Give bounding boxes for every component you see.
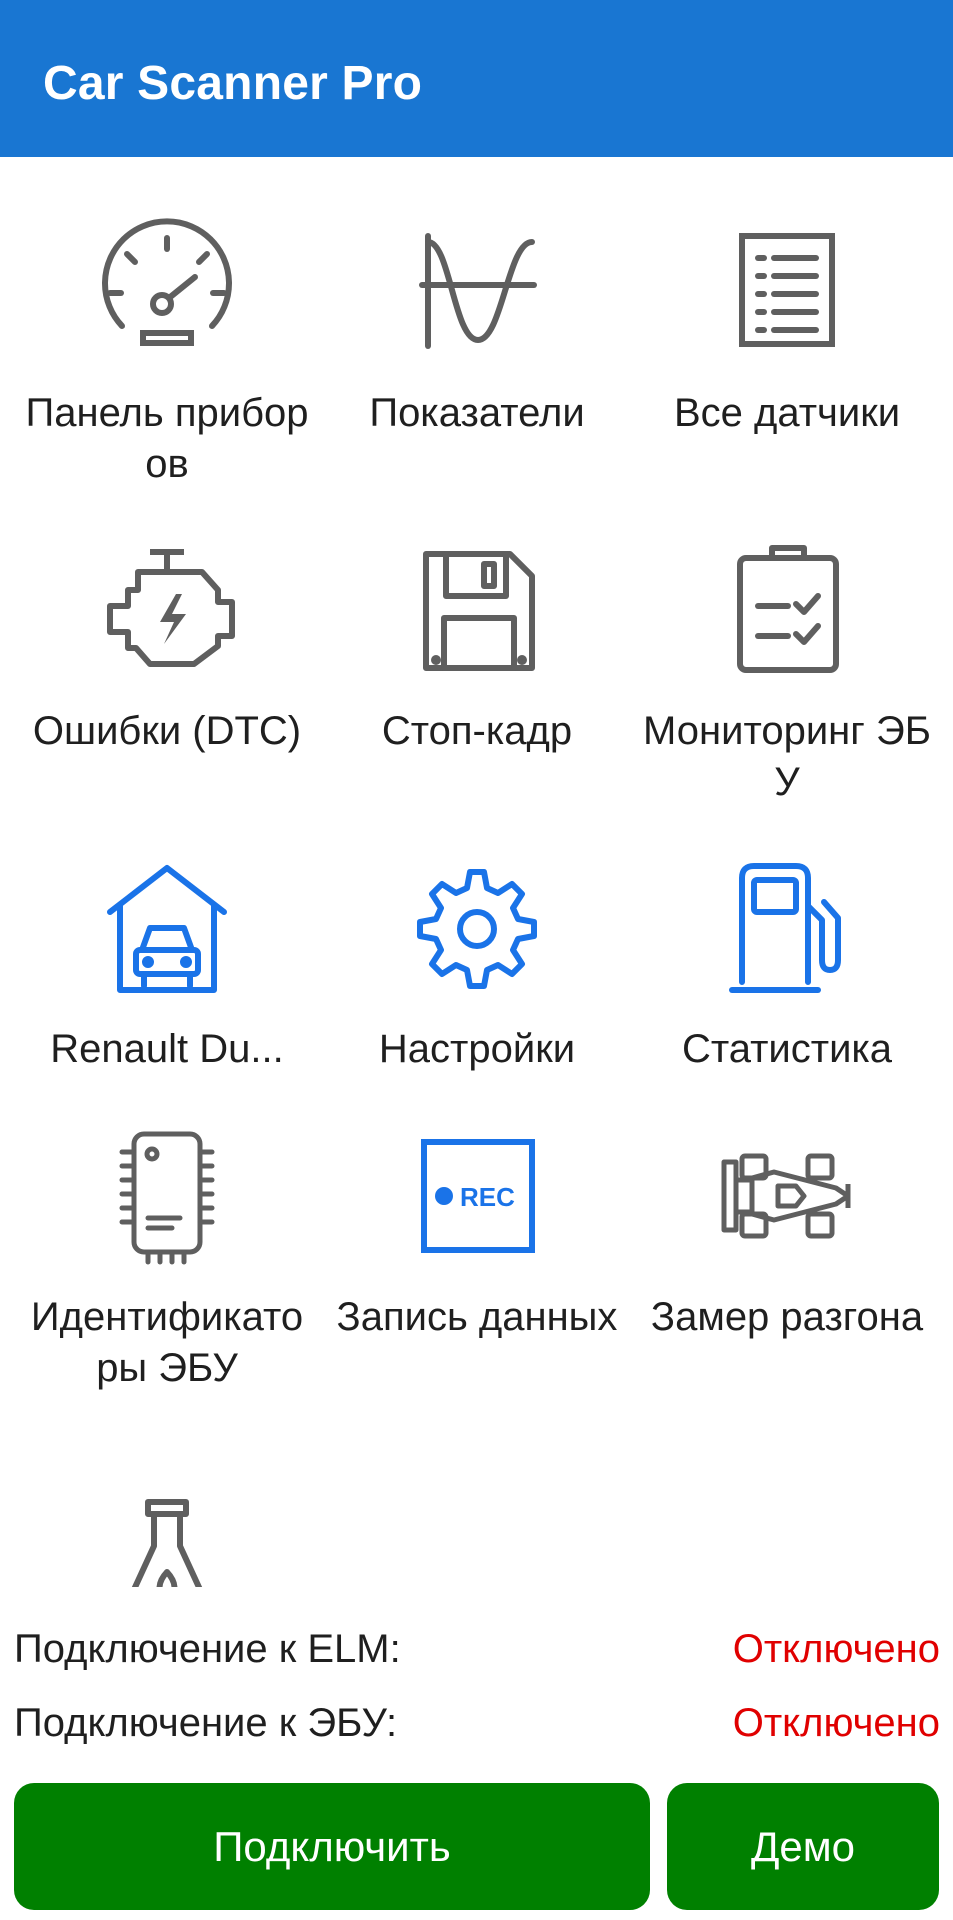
tile-ecu-identifiers-label: Идентификаторы ЭБУ [30, 1295, 304, 1390]
eco-flask-icon [92, 1490, 242, 1587]
app-title: Car Scanner Pro [43, 57, 423, 110]
rec-badge-text: REC [460, 1182, 515, 1212]
tile-data-recording-label: Запись данных [336, 1295, 618, 1339]
tile-indicators[interactable]: Показатели [318, 218, 636, 439]
status-elm: Подключение к ELM: Отключено [14, 1624, 940, 1674]
fuel-pump-icon [712, 854, 862, 1004]
tile-dashboard[interactable]: Панель приборов [8, 218, 326, 490]
tile-ecu-monitoring[interactable]: Мониторинг ЭБУ [628, 536, 946, 808]
tile-acceleration-label: Замер разгона [650, 1295, 924, 1339]
tile-statistics[interactable]: Статистика [628, 854, 946, 1075]
tile-freeze-frame-label: Стоп-кадр [381, 709, 573, 753]
tile-settings-label: Настройки [378, 1027, 576, 1071]
tile-data-recording[interactable]: REC Запись данных [318, 1122, 636, 1343]
tile-dashboard-label: Панель приборов [25, 391, 309, 486]
tile-settings[interactable]: Настройки [318, 854, 636, 1075]
status-elm-value: Отключено [732, 1627, 940, 1671]
check-engine-icon [92, 536, 242, 686]
status-elm-label: Подключение к ELM: [14, 1627, 401, 1671]
tile-ecu-identifiers[interactable]: Идентификаторы ЭБУ [8, 1122, 326, 1394]
tile-vehicle-profile-label: Renault Du... [50, 1027, 284, 1071]
status-ecu-label: Подключение к ЭБУ: [14, 1701, 398, 1745]
tile-indicators-label: Показатели [369, 391, 585, 435]
floppy-disk-icon [402, 536, 552, 686]
tile-vehicle-profile[interactable]: Renault Du... [8, 854, 326, 1075]
speedometer-icon [92, 218, 242, 368]
list-document-icon [712, 218, 862, 368]
tile-acceleration[interactable]: Замер разгона [628, 1122, 946, 1343]
tile-statistics-label: Статистика [681, 1027, 893, 1071]
sine-wave-icon [402, 218, 552, 368]
race-car-icon [712, 1122, 862, 1272]
garage-car-icon [92, 854, 242, 1004]
tile-freeze-frame[interactable]: Стоп-кадр [318, 536, 636, 757]
tile-dtc-label: Ошибки (DTC) [32, 709, 302, 753]
status-ecu-value: Отключено [732, 1701, 940, 1745]
tile-ecu-monitoring-label: Мониторинг ЭБУ [643, 709, 931, 804]
tile-eco[interactable] [8, 1490, 326, 1587]
demo-button[interactable]: Демо [667, 1783, 939, 1910]
menu-grid: Панель приборов Показатели Все датчики О… [0, 157, 953, 1587]
rec-icon: REC [402, 1122, 552, 1272]
connect-button[interactable]: Подключить [14, 1783, 650, 1910]
clipboard-checklist-icon [712, 536, 862, 686]
app-bar: Car Scanner Pro [0, 0, 953, 157]
gear-icon [402, 854, 552, 1004]
tile-all-sensors-label: Все датчики [673, 391, 901, 435]
status-ecu: Подключение к ЭБУ: Отключено [14, 1698, 940, 1748]
ecu-chip-icon [92, 1122, 242, 1272]
tile-dtc[interactable]: Ошибки (DTC) [8, 536, 326, 757]
tile-all-sensors[interactable]: Все датчики [628, 218, 946, 439]
